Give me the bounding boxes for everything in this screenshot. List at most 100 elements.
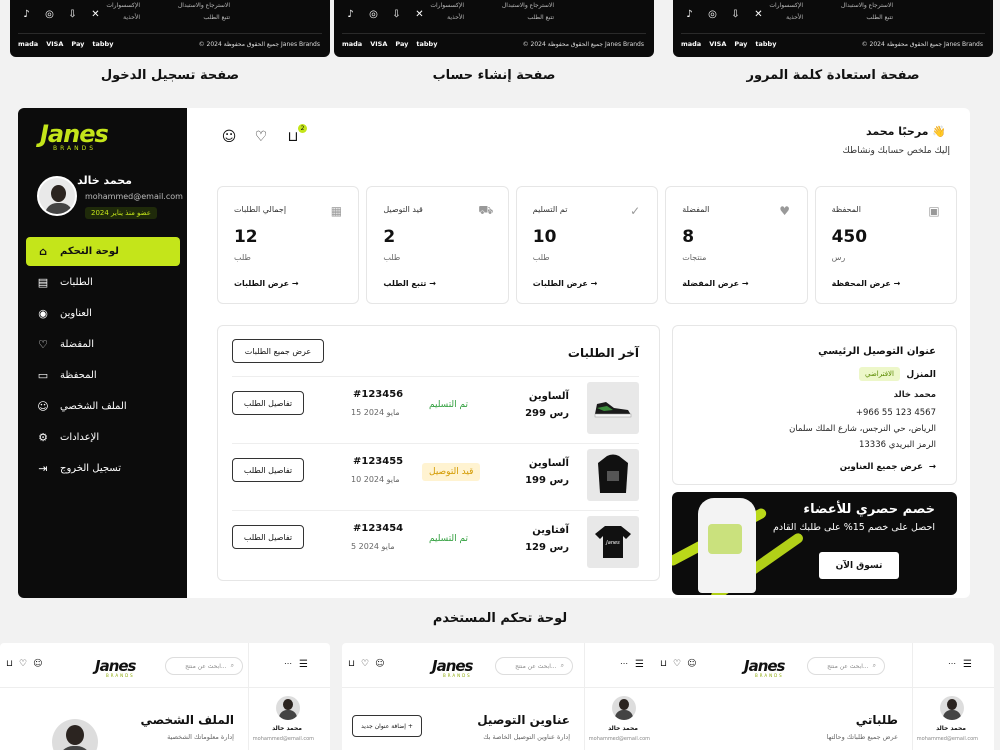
order-id: #123455 — [353, 456, 404, 467]
add-address-label: إضافة عنوان جديد — [361, 722, 406, 730]
sidebar: Janes BRANDS محمد خالد mohammed@email.co… — [18, 108, 187, 598]
x-icon[interactable]: ✕ — [87, 6, 104, 23]
page-preview-card: ⊔ ♡ ☺ Janes BRANDS ابحث عن منتج... ⌕ ☰ ⋯ محمد خال… — [654, 643, 994, 750]
brand-logo[interactable]: Janes BRANDS — [40, 120, 109, 152]
cart-icon[interactable]: ⊔ 2 — [284, 124, 307, 146]
product-thumbnail[interactable] — [587, 449, 639, 501]
order-details-button[interactable]: تفاصيل الطلب — [232, 391, 304, 415]
stat-link[interactable]: عرض المفضلة → — [682, 279, 748, 288]
menu-icon[interactable]: ☰ — [299, 659, 308, 670]
menu-icon[interactable]: ☰ — [635, 659, 644, 670]
sidebar-item[interactable]: ▤ الطلبات — [26, 268, 180, 297]
stat-link[interactable]: عرض الطلبات → — [234, 279, 299, 288]
tiktok-icon[interactable]: ♪ — [18, 6, 35, 23]
payment-logo: tabby — [755, 40, 777, 48]
grid-icon[interactable]: ⋯ — [620, 659, 628, 668]
search-input[interactable]: ابحث عن منتج... ⌕ — [495, 657, 573, 675]
footer-link[interactable]: الاسترجاع والاستبدال — [178, 0, 230, 12]
address-card: عنوان التوصيل الرئيسي المنزل الافتراضي م… — [672, 325, 957, 485]
payment-logos: mada VISA Pay tabby — [18, 40, 113, 48]
social-icons: ♪ ◎ ⇩ ✕ — [342, 6, 428, 23]
search-input[interactable]: ابحث عن منتج... ⌕ — [165, 657, 243, 675]
heart-icon: ♡ — [38, 338, 48, 351]
view-all-addresses-link[interactable]: عرض جميع العناوين → — [840, 462, 936, 472]
footer-link[interactable]: الإكسسوارات — [106, 0, 140, 12]
stat-card: ♥ المفضلة 8 منتجات عرض المفضلة → — [665, 186, 808, 304]
sidebar-item[interactable]: ◉ العناوين — [26, 299, 180, 328]
order-status-badge: تم التسليم — [429, 534, 469, 544]
snapchat-icon[interactable]: ⇩ — [388, 6, 405, 23]
stat-link[interactable]: تتبع الطلب → — [383, 279, 436, 288]
footer-link[interactable]: الأحذية — [106, 12, 140, 24]
user-email: mohammed@email.com — [252, 736, 314, 742]
add-address-button[interactable]: إضافة عنوان جديد + — [352, 715, 422, 737]
sidebar-item[interactable]: ▭ المحفظة — [26, 361, 180, 390]
preview-page-subtitle: عرض جميع طلباتك وحالتها — [826, 733, 898, 741]
product-thumbnail[interactable] — [587, 382, 639, 434]
grid-icon[interactable]: ⋯ — [284, 659, 292, 668]
view-all-orders-button[interactable]: عرض جميع الطلبات — [232, 339, 324, 363]
stat-link[interactable]: عرض المحفظة → — [832, 279, 901, 288]
heart-icon[interactable]: ♡ — [252, 128, 270, 146]
footer-link[interactable]: الأحذية — [769, 12, 803, 24]
cart-icon[interactable]: ⊔ — [348, 659, 355, 669]
shop-now-button[interactable]: تسوق الآن — [819, 552, 899, 579]
footer-link[interactable]: الاسترجاع والاستبدال — [502, 0, 554, 12]
user-icon[interactable]: ☺ — [33, 659, 42, 669]
user-icon[interactable]: ☺ — [687, 659, 696, 669]
menu-icon[interactable]: ☰ — [963, 659, 972, 670]
brand-sub: BRANDS — [755, 673, 784, 678]
sidebar-item[interactable]: ⚙ الإعدادات — [26, 423, 180, 452]
snapchat-icon[interactable]: ⇩ — [64, 6, 81, 23]
footer-link[interactable]: الاسترجاع والاستبدال — [841, 0, 893, 12]
footer-link[interactable]: الإكسسوارات — [769, 0, 803, 12]
heart-icon[interactable]: ♡ — [19, 659, 27, 669]
search-input[interactable]: ابحث عن منتج... ⌕ — [807, 657, 885, 675]
instagram-icon[interactable]: ◎ — [365, 6, 382, 23]
payment-logo: VISA — [370, 40, 388, 48]
heart-icon[interactable]: ♡ — [673, 659, 681, 669]
x-icon[interactable]: ✕ — [411, 6, 428, 23]
stat-card: ▦ إجمالي الطلبات 12 طلب عرض الطلبات → — [216, 186, 360, 304]
order-details-button[interactable]: تفاصيل الطلب — [232, 525, 304, 549]
sidebar-item[interactable]: ⇥ تسجيل الخروج — [26, 454, 180, 483]
order-details-button[interactable]: تفاصيل الطلب — [232, 458, 304, 482]
stat-value: 2 — [383, 227, 396, 247]
instagram-icon[interactable]: ◎ — [704, 6, 721, 23]
product-thumbnail[interactable]: Janes — [587, 516, 639, 568]
promo-model-image — [698, 498, 756, 593]
cart-icon[interactable]: ⊔ — [6, 659, 13, 669]
product-name: آفتاوين — [532, 525, 569, 536]
order-row: آلساوين 299 رس تم التسليم #123456 15 مايو 20… — [232, 376, 639, 442]
grid-icon[interactable]: ⋯ — [948, 659, 956, 668]
footer-link[interactable]: تتبع الطلب — [178, 12, 230, 24]
sidebar-item[interactable]: ☺ الملف الشخصي — [26, 392, 180, 421]
x-icon[interactable]: ✕ — [750, 6, 767, 23]
footer-link[interactable]: تتبع الطلب — [502, 12, 554, 24]
tiktok-icon[interactable]: ♪ — [342, 6, 359, 23]
footer-links-col: الإكسسوارات الأحذية — [769, 0, 803, 24]
order-status-badge: قيد التوصيل — [422, 463, 481, 481]
user-icon[interactable]: ☺ — [220, 128, 238, 146]
payment-logos: mada VISA Pay tabby — [342, 40, 437, 48]
search-placeholder: ابحث عن منتج... — [515, 662, 557, 670]
snapchat-icon[interactable]: ⇩ — [727, 6, 744, 23]
heart-icon[interactable]: ♡ — [361, 659, 369, 669]
footer-link[interactable]: تتبع الطلب — [841, 12, 893, 24]
user-icon[interactable]: ☺ — [375, 659, 384, 669]
stat-link[interactable]: عرض الطلبات → — [533, 279, 598, 288]
product-name: آلساوين — [528, 458, 569, 469]
footer-link[interactable]: الأحذية — [430, 12, 464, 24]
sidebar-item[interactable]: ♡ المفضلة — [26, 330, 180, 359]
cart-icon[interactable]: ⊔ — [660, 659, 667, 669]
sidebar-item[interactable]: ⌂ لوحة التحكم — [26, 237, 180, 266]
avatar — [37, 176, 77, 216]
truck-icon: ⛟ — [478, 203, 494, 217]
instagram-icon[interactable]: ◎ — [41, 6, 58, 23]
sidebar-item-label: الطلبات — [60, 277, 93, 288]
stat-unit: منتجات — [682, 253, 707, 262]
recent-orders-title: آخر الطلبات — [567, 346, 639, 360]
tiktok-icon[interactable]: ♪ — [681, 6, 698, 23]
preview-caption: صفحة استعادة كلمة المرور — [746, 68, 920, 83]
footer-link[interactable]: الإكسسوارات — [430, 0, 464, 12]
